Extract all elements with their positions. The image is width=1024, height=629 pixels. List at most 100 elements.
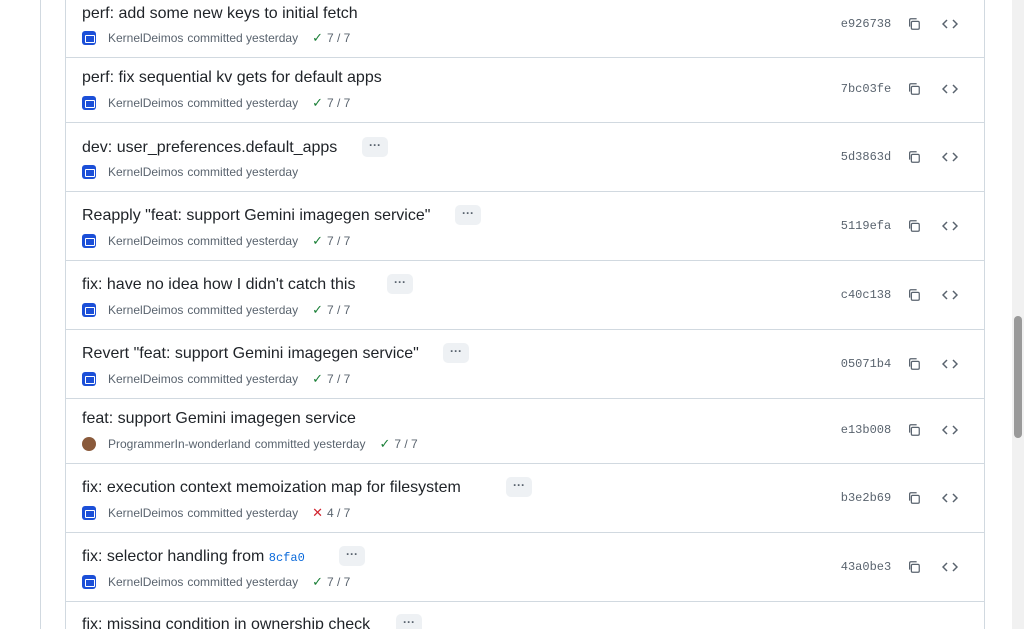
commit-row: fix: have no idea how I didn't catch thi… xyxy=(66,261,984,330)
copy-icon[interactable] xyxy=(901,485,927,511)
check-icon: ✓ xyxy=(312,30,323,45)
commit-row: perf: add some new keys to initial fetch… xyxy=(66,0,984,58)
ellipsis-icon[interactable]: ··· xyxy=(455,205,481,225)
commit-title[interactable]: Reapply "feat: support Gemini imagegen s… xyxy=(82,206,430,226)
ellipsis-icon[interactable]: ··· xyxy=(443,343,469,363)
commit-title[interactable]: Revert "feat: support Gemini imagegen se… xyxy=(82,344,419,364)
avatar[interactable] xyxy=(82,234,96,248)
commit-title[interactable]: perf: add some new keys to initial fetch xyxy=(82,4,358,24)
ellipsis-icon[interactable]: ··· xyxy=(362,137,388,157)
commit-meta: KernelDeimos committed yesterday ✓ 7 / 7 xyxy=(82,302,350,318)
author-link[interactable]: KernelDeimos xyxy=(108,302,183,318)
commit-row: Reapply "feat: support Gemini imagegen s… xyxy=(66,192,984,261)
commit-meta: KernelDeimos committed yesterday ✓ 7 / 7 xyxy=(82,371,350,387)
status-count: 7 / 7 xyxy=(327,372,351,386)
commit-row: perf: fix sequential kv gets for default… xyxy=(66,58,984,123)
status-badge[interactable]: ✓ 7 / 7 xyxy=(312,574,350,590)
commit-sha-link[interactable]: 5d3863d xyxy=(832,144,900,170)
commit-time: committed yesterday xyxy=(187,234,299,248)
copy-icon[interactable] xyxy=(901,351,927,377)
commit-title[interactable]: fix: have no idea how I didn't catch thi… xyxy=(82,275,355,295)
commit-sha-link[interactable]: e926738 xyxy=(832,11,900,37)
code-icon[interactable] xyxy=(937,351,963,377)
commit-time: committed yesterday xyxy=(187,575,299,589)
status-count: 7 / 7 xyxy=(327,575,351,589)
author-link[interactable]: ProgrammerIn-wonderland xyxy=(108,436,251,452)
copy-icon[interactable] xyxy=(901,213,927,239)
author-link[interactable]: KernelDeimos xyxy=(108,95,183,111)
status-badge[interactable]: ✓ 7 / 7 xyxy=(312,233,350,249)
commit-title[interactable]: feat: support Gemini imagegen service xyxy=(82,409,356,429)
commit-time: committed yesterday xyxy=(187,506,299,520)
avatar[interactable] xyxy=(82,506,96,520)
x-icon: ✕ xyxy=(312,505,323,520)
check-icon: ✓ xyxy=(379,436,391,451)
ellipsis-icon[interactable]: ··· xyxy=(396,614,422,629)
status-badge[interactable]: ✓ 7 / 7 xyxy=(312,30,350,46)
status-badge[interactable]: ✓ 7 / 7 xyxy=(312,302,350,318)
commit-time: committed yesterday xyxy=(187,303,299,317)
author-link[interactable]: KernelDeimos xyxy=(108,30,183,46)
commit-row: Revert "feat: support Gemini imagegen se… xyxy=(66,330,984,399)
copy-icon[interactable] xyxy=(901,76,927,102)
commit-sha-link[interactable]: 7bc03fe xyxy=(832,76,900,102)
status-badge[interactable]: ✓ 7 / 7 xyxy=(379,436,417,452)
commit-meta: KernelDeimos committed yesterday ✕ 4 / 7 xyxy=(82,505,350,521)
commit-title[interactable]: fix: selector handling from 8cfa0 xyxy=(82,547,305,568)
status-badge[interactable]: ✓ 7 / 7 xyxy=(312,95,350,111)
code-icon[interactable] xyxy=(937,485,963,511)
commit-row: fix: missing condition in ownership chec… xyxy=(66,602,984,629)
avatar[interactable] xyxy=(82,96,96,110)
ellipsis-icon[interactable]: ··· xyxy=(387,274,413,294)
ellipsis-icon[interactable]: ··· xyxy=(339,546,365,566)
avatar[interactable] xyxy=(82,31,96,45)
commit-sha-link[interactable]: b3e2b69 xyxy=(832,485,900,511)
status-count: 7 / 7 xyxy=(327,234,351,248)
commit-ref-link[interactable]: 8cfa0 xyxy=(269,551,305,565)
commit-sha-link[interactable]: 43a0be3 xyxy=(832,554,900,580)
check-icon: ✓ xyxy=(312,95,323,110)
avatar[interactable] xyxy=(82,165,96,179)
author-link[interactable]: KernelDeimos xyxy=(108,505,183,521)
commit-row: fix: selector handling from 8cfa0 ··· Ke… xyxy=(66,533,984,602)
avatar[interactable] xyxy=(82,303,96,317)
author-link[interactable]: KernelDeimos xyxy=(108,371,183,387)
status-badge[interactable]: ✕ 4 / 7 xyxy=(312,505,350,521)
commit-title[interactable]: perf: fix sequential kv gets for default… xyxy=(82,68,382,88)
avatar[interactable] xyxy=(82,437,96,451)
code-icon[interactable] xyxy=(937,76,963,102)
scrollbar[interactable] xyxy=(1012,0,1024,629)
copy-icon[interactable] xyxy=(901,417,927,443)
copy-icon[interactable] xyxy=(901,554,927,580)
avatar[interactable] xyxy=(82,372,96,386)
commit-title-text: fix: selector handling from xyxy=(82,548,265,565)
commit-row: dev: user_preferences.default_apps ··· K… xyxy=(66,123,984,192)
avatar[interactable] xyxy=(82,575,96,589)
author-link[interactable]: KernelDeimos xyxy=(108,164,183,180)
scrollbar-thumb[interactable] xyxy=(1014,316,1022,438)
commit-meta: KernelDeimos committed yesterday ✓ 7 / 7 xyxy=(82,30,350,46)
commit-meta: KernelDeimos committed yesterday ✓ 7 / 7 xyxy=(82,95,350,111)
code-icon[interactable] xyxy=(937,417,963,443)
commit-title[interactable]: dev: user_preferences.default_apps xyxy=(82,138,337,158)
code-icon[interactable] xyxy=(937,144,963,170)
commit-sha-link[interactable]: c40c138 xyxy=(832,282,900,308)
status-badge[interactable]: ✓ 7 / 7 xyxy=(312,371,350,387)
commit-title[interactable]: fix: execution context memoization map f… xyxy=(82,478,461,498)
commit-time: committed yesterday xyxy=(187,96,299,110)
code-icon[interactable] xyxy=(937,213,963,239)
author-link[interactable]: KernelDeimos xyxy=(108,233,183,249)
copy-icon[interactable] xyxy=(901,282,927,308)
status-count: 7 / 7 xyxy=(327,96,351,110)
copy-icon[interactable] xyxy=(901,11,927,37)
code-icon[interactable] xyxy=(937,282,963,308)
commit-sha-link[interactable]: 05071b4 xyxy=(832,351,900,377)
commit-sha-link[interactable]: e13b008 xyxy=(832,417,900,443)
ellipsis-icon[interactable]: ··· xyxy=(506,477,532,497)
code-icon[interactable] xyxy=(937,554,963,580)
commit-sha-link[interactable]: 5119efa xyxy=(832,213,900,239)
commit-title[interactable]: fix: missing condition in ownership chec… xyxy=(82,615,370,629)
copy-icon[interactable] xyxy=(901,144,927,170)
code-icon[interactable] xyxy=(937,11,963,37)
author-link[interactable]: KernelDeimos xyxy=(108,574,183,590)
